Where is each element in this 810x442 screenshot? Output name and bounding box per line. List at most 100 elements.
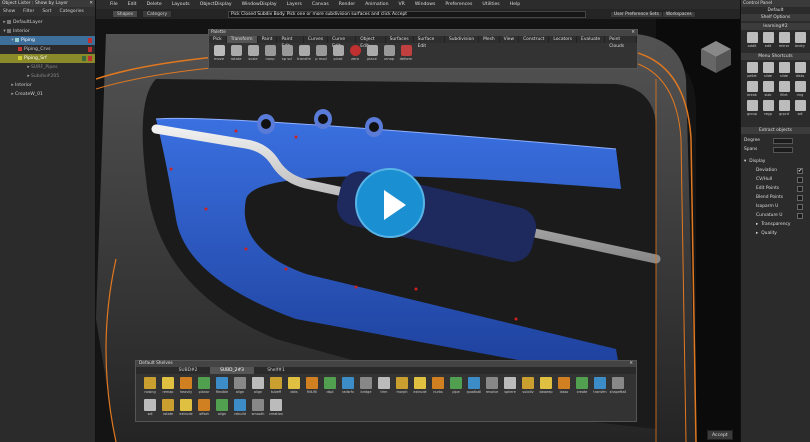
- shortcut-disks[interactable]: disks: [793, 62, 807, 79]
- tree-row-subdiv[interactable]: ▸Subdiv#205: [0, 72, 95, 81]
- shelf-tool-34[interactable]: creation: [268, 399, 284, 419]
- shelf-tool-22[interactable]: bsweep: [538, 377, 554, 397]
- shelf-tool-9[interactable]: fillt-fill: [304, 377, 320, 397]
- tree-row-interior-2[interactable]: ▸Interior: [0, 81, 95, 90]
- visibility-icon[interactable]: [82, 56, 86, 61]
- tree-row-createw[interactable]: ▸CreateW_01: [0, 90, 95, 99]
- tab-evaluate[interactable]: Evaluate: [577, 36, 606, 43]
- tab-locators[interactable]: Locators: [549, 36, 578, 43]
- nonp-tool[interactable]: nonp: [263, 45, 277, 64]
- blend-points-checkbox[interactable]: [797, 194, 803, 201]
- place-tool[interactable]: place: [365, 45, 379, 64]
- tab-curves[interactable]: Curves: [304, 36, 329, 43]
- shortcut-slide-2[interactable]: slide: [777, 62, 791, 79]
- option-edit-points[interactable]: Edit Points: [744, 184, 807, 193]
- option-curvature-u[interactable]: Curvature U: [744, 211, 807, 220]
- display-header[interactable]: ▾ Display: [744, 157, 807, 166]
- tab-subd-2-3[interactable]: SUBD_2#3: [210, 367, 254, 374]
- shelf-tool-23[interactable]: lasso: [556, 377, 572, 397]
- tab-object-edit[interactable]: Object Edit: [356, 36, 386, 49]
- edit-points-checkbox[interactable]: [797, 185, 803, 192]
- addlt-tool[interactable]: addlt: [745, 32, 759, 49]
- shelf-tool-11[interactable]: radsrfx: [340, 377, 356, 397]
- shelf-options-button[interactable]: Shelf Options: [741, 14, 810, 21]
- shortcut-slide[interactable]: slide: [761, 62, 775, 79]
- shelf-tool-1[interactable]: remap: [160, 377, 176, 397]
- tab-subd-2[interactable]: SUBD#2: [166, 367, 210, 374]
- menu-vr[interactable]: VR: [399, 2, 405, 7]
- scale-tool[interactable]: scale: [246, 45, 260, 64]
- menu-animation[interactable]: Animation: [365, 2, 388, 7]
- shortcut-sdl[interactable]: sdl: [793, 100, 807, 117]
- shelf-tool-31[interactable]: align: [214, 399, 230, 419]
- deform-tool[interactable]: deform: [399, 45, 413, 64]
- transparency-section[interactable]: ▸ Transparency: [744, 220, 807, 229]
- shelf-tool-14[interactable]: morph: [394, 377, 410, 397]
- shelf-tool-3[interactable]: planar: [196, 377, 212, 397]
- tab-surface-edit[interactable]: Surface Edit: [414, 36, 445, 49]
- shelf-tool-8[interactable]: dots: [286, 377, 302, 397]
- menu-windows[interactable]: Windows: [415, 2, 436, 7]
- chevron-down-icon[interactable]: ▾: [744, 159, 746, 164]
- accept-button[interactable]: Accept: [707, 430, 733, 440]
- tab-surfaces[interactable]: Surfaces: [386, 36, 414, 43]
- rotate-tool[interactable]: rotate: [229, 45, 243, 64]
- tab-category[interactable]: Category: [142, 10, 173, 18]
- isoparm-u-checkbox[interactable]: [797, 203, 803, 210]
- lister-menu-sort[interactable]: Sort: [42, 9, 51, 14]
- tab-subdivision[interactable]: Subdivision: [445, 36, 480, 43]
- shelf-tool-21[interactable]: subdiv: [520, 377, 536, 397]
- chevron-right-icon[interactable]: ▸: [756, 231, 758, 236]
- shelf-tool-2[interactable]: heavily: [178, 377, 194, 397]
- zero-tool[interactable]: zero: [348, 45, 362, 64]
- play-button[interactable]: [355, 168, 425, 238]
- tab-view[interactable]: View: [500, 36, 520, 43]
- menu-canvas[interactable]: Canvas: [312, 2, 329, 7]
- shelf-tool-13[interactable]: trim: [376, 377, 392, 397]
- menu-windowdisplay[interactable]: WindowDisplay: [242, 2, 277, 7]
- pivot-tool[interactable]: pivot: [331, 45, 345, 64]
- close-icon[interactable]: ✕: [89, 1, 93, 6]
- tree-row-piping-crvs[interactable]: Piping_Crvs: [0, 45, 95, 54]
- tab-mesh[interactable]: Mesh: [479, 36, 500, 43]
- shortcut-group[interactable]: group: [745, 100, 759, 117]
- menu-edit[interactable]: Edit: [128, 2, 137, 7]
- shelf-tool-30[interactable]: offset: [196, 399, 212, 419]
- close-icon[interactable]: ✕: [629, 361, 633, 367]
- shelf-tool-17[interactable]: pipe: [448, 377, 464, 397]
- option-isoparm-u[interactable]: Isoparm U: [744, 202, 807, 211]
- shelf-tool-27[interactable]: sdl: [142, 399, 158, 419]
- shelf-tool-4[interactable]: flexible: [214, 377, 230, 397]
- shelf-tool-6[interactable]: align: [250, 377, 266, 397]
- tab-pick[interactable]: Pick: [209, 36, 227, 43]
- tree-row-interior[interactable]: ▾ Interior: [0, 27, 95, 36]
- tab-construct[interactable]: Construct: [519, 36, 550, 43]
- shelf-tool-16[interactable]: nurbs: [430, 377, 446, 397]
- tab-curve-edit[interactable]: Curve Edit: [328, 36, 357, 49]
- menu-preferences[interactable]: Preferences: [445, 2, 472, 7]
- bndry-tool[interactable]: bndry: [793, 32, 807, 49]
- menu-delete[interactable]: Delete: [147, 2, 162, 7]
- shelf-tool-32[interactable]: rebuild: [232, 399, 248, 419]
- lister-menu-filter[interactable]: Filter: [23, 9, 34, 14]
- edit-tool[interactable]: edit: [761, 32, 775, 49]
- shelf-tool-19[interactable]: revolve: [484, 377, 500, 397]
- mirror-tool[interactable]: mirror: [777, 32, 791, 49]
- tab-point-clouds[interactable]: Point Clouds: [605, 36, 637, 49]
- shelf-tool-10[interactable]: dspl: [322, 377, 338, 397]
- tree-row-defaultlayer[interactable]: ▸ DefaultLayer: [0, 18, 95, 27]
- shortcut-pellet[interactable]: pellet: [745, 62, 759, 79]
- tab-paint-edit[interactable]: Paint Edit: [277, 36, 304, 49]
- visibility-icon[interactable]: [88, 47, 92, 52]
- tab-shapes[interactable]: Shapes: [112, 10, 139, 18]
- p-mod-tool[interactable]: p mod: [314, 45, 328, 64]
- shelf-tool-7[interactable]: tubeff: [268, 377, 284, 397]
- shelf-tool-20[interactable]: sphere: [502, 377, 518, 397]
- xmap-tool[interactable]: xmap: [382, 45, 396, 64]
- spans-field[interactable]: [773, 146, 793, 153]
- tree-row-piping-srf[interactable]: Piping_Srf: [0, 54, 95, 63]
- tree-row-surf-pipes[interactable]: ▸SURF_Pipes: [0, 63, 95, 72]
- lister-menu-show[interactable]: Show: [3, 9, 15, 14]
- tab-transform[interactable]: Transform: [226, 36, 258, 43]
- shelf-tool-0[interactable]: nosing: [142, 377, 158, 397]
